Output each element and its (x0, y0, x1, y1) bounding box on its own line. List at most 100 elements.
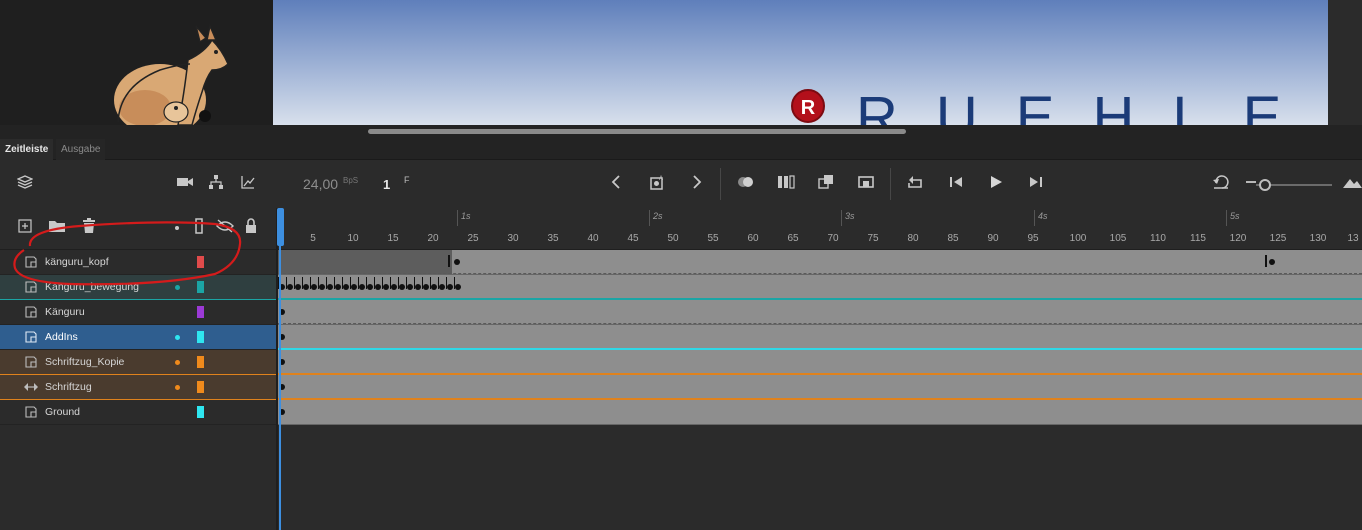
frame-row[interactable] (278, 250, 1362, 275)
stage-canvas[interactable]: R RUEHLE (273, 0, 1362, 125)
keyframe[interactable] (415, 284, 421, 290)
layer-row[interactable]: känguru_kopf (0, 250, 276, 275)
tween-options-icon[interactable] (855, 174, 877, 196)
fps-value[interactable]: 24,00 (303, 176, 338, 192)
layer-name[interactable]: Känguru_bewegung (45, 281, 139, 293)
keyframe[interactable] (391, 284, 397, 290)
layer-highlight-dot[interactable] (175, 385, 180, 390)
frame-grid[interactable] (278, 250, 1362, 425)
frame-row[interactable] (278, 375, 1362, 400)
playhead[interactable] (279, 208, 281, 530)
tab-output[interactable]: Ausgabe (56, 139, 106, 160)
keyframe[interactable] (359, 284, 365, 290)
keyframe[interactable] (311, 284, 317, 290)
new-folder-icon[interactable] (46, 218, 68, 240)
layer-color-swatch[interactable] (197, 406, 204, 418)
layer-color-swatch[interactable] (197, 356, 204, 368)
layer-name[interactable]: AddIns (45, 331, 78, 343)
lock-icon[interactable] (240, 218, 262, 240)
create-tween-icon[interactable] (815, 174, 837, 196)
step-back-icon[interactable] (945, 174, 967, 196)
keyframe[interactable] (1269, 259, 1275, 265)
keyframe-marker (382, 277, 383, 289)
layer-parenting-icon[interactable] (205, 174, 227, 196)
keyframe[interactable] (423, 284, 429, 290)
keyframe[interactable] (351, 284, 357, 290)
previous-keyframe-icon[interactable] (605, 174, 627, 196)
reset-zoom-icon[interactable] (1210, 174, 1232, 196)
keyframe-marker (374, 277, 375, 289)
layer-row[interactable]: Känguru (0, 300, 276, 325)
playhead-handle[interactable] (277, 208, 284, 246)
layer-name[interactable]: känguru_kopf (45, 256, 109, 268)
highlight-dot-icon[interactable] (166, 218, 188, 240)
timeline-empty-area (278, 425, 1362, 530)
play-icon[interactable] (985, 174, 1007, 196)
keyframe[interactable] (399, 284, 405, 290)
keyframe[interactable] (454, 259, 460, 265)
layer-row[interactable]: Ground (0, 400, 276, 425)
keyframe[interactable] (375, 284, 381, 290)
keyframe[interactable] (335, 284, 341, 290)
keyframe[interactable] (431, 284, 437, 290)
layer-color-swatch[interactable] (197, 331, 204, 343)
keyframe[interactable] (367, 284, 373, 290)
layer-color-swatch[interactable] (197, 281, 204, 293)
layer-header (0, 208, 276, 250)
next-keyframe-icon[interactable] (686, 174, 708, 196)
layer-list: känguru_kopf Känguru_bewegung Känguru Ad… (0, 250, 276, 425)
layer-name[interactable]: Ground (45, 406, 80, 418)
keyframe-marker[interactable] (1265, 255, 1267, 267)
tab-timeline[interactable]: Zeitleiste (0, 139, 54, 160)
delete-icon[interactable] (78, 218, 100, 240)
keyframe[interactable] (439, 284, 445, 290)
layer-name[interactable]: Schriftzug_Kopie (45, 356, 124, 368)
keyframe[interactable] (383, 284, 389, 290)
keyframe[interactable] (327, 284, 333, 290)
layer-color-swatch[interactable] (197, 306, 204, 318)
timeline-ruler[interactable]: 1s 2s 3s 4s 5s 5 10 15 20 25 30 35 40 45… (278, 208, 1362, 250)
visibility-icon[interactable] (214, 218, 236, 240)
edit-multiple-frames-icon[interactable] (775, 174, 797, 196)
frame-row[interactable] (278, 400, 1362, 425)
new-layer-icon[interactable] (14, 218, 36, 240)
step-forward-icon[interactable] (1025, 174, 1047, 196)
zoom-slider-knob[interactable] (1259, 179, 1271, 191)
outline-icon[interactable] (188, 218, 210, 240)
layer-highlight-dot[interactable] (175, 335, 180, 340)
frame-row[interactable] (278, 275, 1362, 300)
layer-row[interactable]: AddIns (0, 325, 276, 350)
keyframe[interactable] (303, 284, 309, 290)
keyframe[interactable] (343, 284, 349, 290)
layers-icon[interactable] (14, 174, 36, 196)
layer-highlight-dot[interactable] (175, 285, 180, 290)
keyframe[interactable] (407, 284, 413, 290)
keyframe-marker[interactable] (448, 255, 450, 267)
camera-icon[interactable] (174, 174, 196, 196)
onion-skin-icon[interactable] (735, 174, 757, 196)
layer-row[interactable]: Känguru_bewegung (0, 275, 276, 300)
layer-color-swatch[interactable] (197, 256, 204, 268)
layer-row[interactable]: Schriftzug (0, 375, 276, 400)
current-frame-value[interactable]: 1 (383, 177, 390, 192)
keyframe[interactable] (455, 284, 461, 290)
layer-color-swatch[interactable] (197, 381, 204, 393)
keyframe[interactable] (295, 284, 301, 290)
frame-row[interactable] (278, 300, 1362, 325)
loop-icon[interactable] (905, 174, 927, 196)
keyframe[interactable] (319, 284, 325, 290)
layer-row[interactable]: Schriftzug_Kopie (0, 350, 276, 375)
layer-name[interactable]: Känguru (45, 306, 85, 318)
layer-highlight-dot[interactable] (175, 360, 180, 365)
graph-icon[interactable] (237, 174, 259, 196)
tween-span[interactable] (278, 250, 452, 274)
insert-keyframe-icon[interactable]: A (646, 174, 668, 196)
zoom-in-icon[interactable] (1341, 174, 1362, 196)
frame-row[interactable] (278, 325, 1362, 350)
layer-name[interactable]: Schriftzug (45, 381, 92, 393)
keyframe[interactable] (447, 284, 453, 290)
stage-scrollbar-thumb[interactable] (368, 129, 906, 134)
keyframe[interactable] (287, 284, 293, 290)
frame-row[interactable] (278, 350, 1362, 375)
layer-icon (25, 356, 37, 368)
